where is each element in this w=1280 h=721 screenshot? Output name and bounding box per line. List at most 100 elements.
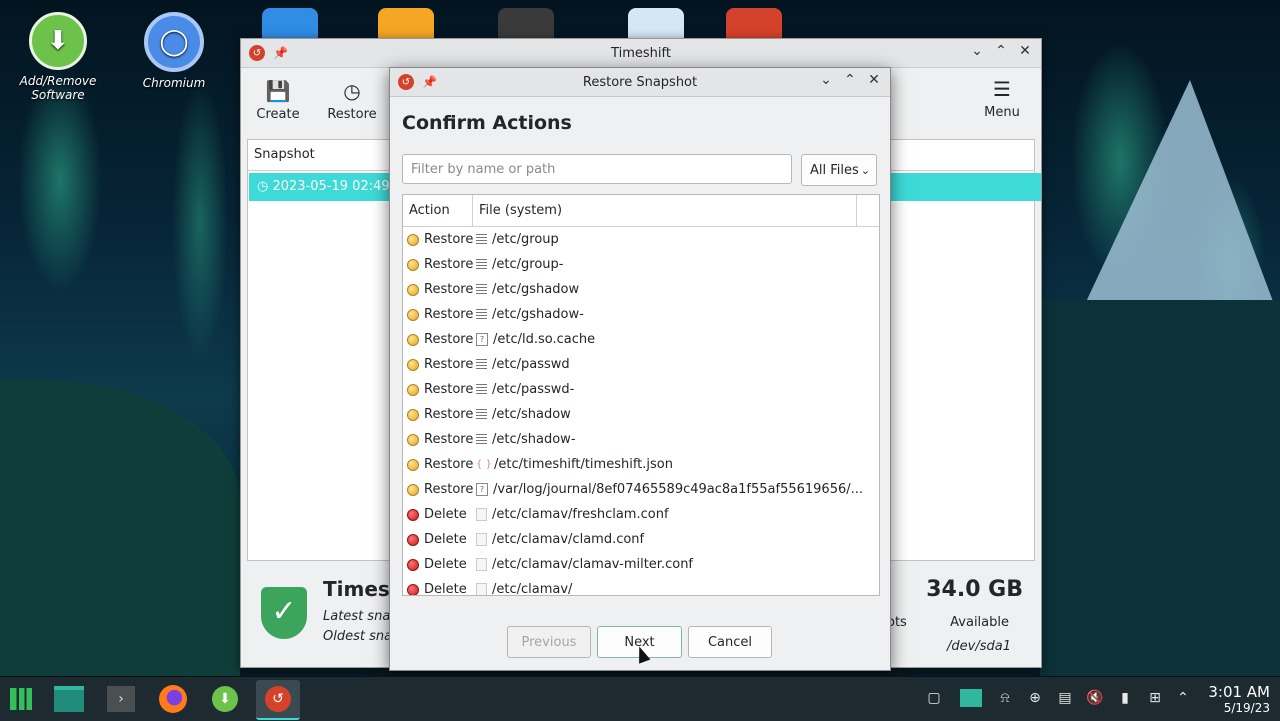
clipboard-icon[interactable]: ▤ bbox=[1056, 689, 1074, 707]
restore-status-icon bbox=[407, 283, 419, 296]
desktop-firefox-icon[interactable] bbox=[378, 8, 434, 40]
column-header-file[interactable]: File (system) bbox=[473, 195, 857, 226]
text-file-icon bbox=[476, 409, 487, 420]
row-action: Restore bbox=[424, 407, 474, 422]
timeshift-task[interactable]: ↺ bbox=[256, 680, 300, 720]
available-label: Available bbox=[950, 615, 1009, 630]
save-icon: 💾 bbox=[265, 79, 291, 103]
table-row[interactable]: Restore/etc/shadow- bbox=[403, 427, 879, 452]
table-row[interactable]: Restore/etc/group- bbox=[403, 252, 879, 277]
maximize-icon[interactable]: ⌃ bbox=[993, 43, 1009, 59]
file-filter-value: All Files bbox=[810, 162, 859, 178]
usb-icon[interactable]: ▮ bbox=[1116, 689, 1134, 707]
taskbar: › ⬇ ↺ ▢ ⍾ ⊕ ▤ 🔇 ▮ ⊞ ⌃ 3:01 AM 5/19/23 bbox=[0, 676, 1280, 721]
manjaro-menu-icon[interactable] bbox=[4, 683, 38, 715]
desktop-cleaner-icon[interactable] bbox=[628, 8, 684, 40]
row-path: /etc/timeshift/timeshift.json bbox=[494, 457, 673, 472]
text-file-icon bbox=[476, 384, 487, 395]
network-icon[interactable]: ⊞ bbox=[1146, 689, 1164, 707]
desktop-store-icon[interactable] bbox=[262, 8, 318, 40]
minimize-icon[interactable]: ⌄ bbox=[818, 72, 834, 88]
updates-icon[interactable]: ⊕ bbox=[1026, 689, 1044, 707]
row-action: Restore bbox=[424, 307, 474, 322]
desktop-icon-label: Chromium bbox=[142, 76, 206, 90]
minimize-icon[interactable]: ⌄ bbox=[969, 43, 985, 59]
row-path: /etc/group bbox=[492, 232, 559, 247]
text-file-icon bbox=[476, 359, 487, 370]
clock-icon: ◷ bbox=[343, 79, 361, 103]
maximize-icon[interactable]: ⌃ bbox=[842, 72, 858, 88]
restore-status-icon bbox=[407, 408, 419, 421]
file-manager-icon[interactable] bbox=[52, 683, 86, 715]
file-filter-select[interactable]: All Files ⌄ bbox=[801, 154, 877, 186]
table-row[interactable]: Delete/etc/clamav/clamav-milter.conf bbox=[403, 552, 879, 577]
cancel-button[interactable]: Cancel bbox=[688, 626, 772, 658]
text-file-icon bbox=[476, 309, 487, 320]
dialog-heading: Confirm Actions bbox=[402, 112, 572, 134]
row-action: Restore bbox=[424, 432, 474, 447]
binary-file-icon: ? bbox=[476, 483, 488, 496]
row-action: Restore bbox=[424, 357, 474, 372]
blank-file-icon bbox=[476, 508, 487, 521]
window-title: Timeshift bbox=[611, 45, 671, 61]
dialog-title: Restore Snapshot bbox=[582, 74, 698, 90]
disk-available-size: 34.0 GB bbox=[926, 577, 1023, 602]
window-titlebar[interactable]: ↺ 📌 Timeshift ⌄ ⌃ ✕ bbox=[241, 39, 1041, 68]
close-icon[interactable]: ✕ bbox=[866, 72, 882, 88]
clock-icon: ◷ bbox=[257, 179, 269, 194]
dialog-titlebar[interactable]: ↺ 📌 Restore Snapshot ⌄ ⌃ ✕ bbox=[390, 68, 890, 97]
desktop-timeshift-icon[interactable] bbox=[726, 8, 782, 40]
terminal-icon[interactable]: › bbox=[104, 683, 138, 715]
row-path: /etc/passwd bbox=[492, 357, 570, 372]
display-icon[interactable] bbox=[960, 689, 982, 707]
row-path: /etc/clamav/clamd.conf bbox=[492, 532, 645, 547]
create-button[interactable]: 💾 Create bbox=[241, 79, 315, 130]
row-path: /etc/passwd- bbox=[492, 382, 575, 397]
table-header: Action File (system) bbox=[403, 195, 879, 227]
menu-button[interactable]: ☰ Menu bbox=[977, 77, 1027, 128]
table-row[interactable]: Restore/etc/shadow bbox=[403, 402, 879, 427]
previous-button[interactable]: Previous bbox=[507, 626, 591, 658]
column-header-action[interactable]: Action bbox=[403, 195, 473, 226]
restore-button[interactable]: ◷ Restore bbox=[315, 79, 389, 130]
table-row[interactable]: Restore? /etc/ld.so.cache bbox=[403, 327, 879, 352]
firefox-icon[interactable] bbox=[156, 683, 190, 715]
binary-file-icon: ? bbox=[476, 333, 488, 346]
close-icon[interactable]: ✕ bbox=[1017, 43, 1033, 59]
actions-table[interactable]: Action File (system) Restore/etc/group Re… bbox=[402, 194, 880, 596]
row-action: Delete bbox=[424, 532, 467, 547]
desktop-terminal-icon[interactable] bbox=[498, 8, 554, 40]
expand-tray-icon[interactable]: ⌃ bbox=[1174, 689, 1192, 707]
filter-input[interactable] bbox=[402, 154, 792, 184]
volume-muted-icon[interactable]: 🔇 bbox=[1086, 689, 1104, 707]
table-row[interactable]: Restore/etc/gshadow bbox=[403, 277, 879, 302]
notifications-icon[interactable]: ⍾ bbox=[996, 689, 1014, 707]
table-row[interactable]: Delete/etc/clamav/freshclam.conf bbox=[403, 502, 879, 527]
desktop-icon-label: Add/Remove bbox=[19, 74, 97, 88]
table-row[interactable]: Delete/etc/clamav/clamd.conf bbox=[403, 527, 879, 552]
wallpaper-hill bbox=[0, 380, 240, 680]
desktop-icon-add-remove-software[interactable]: ⬇ Add/Remove Software bbox=[8, 12, 108, 102]
delete-status-icon bbox=[407, 558, 419, 571]
software-center-icon[interactable]: ⬇ bbox=[208, 683, 242, 715]
table-row[interactable]: Restore? /var/log/journal/8ef07465589c49a… bbox=[403, 477, 879, 502]
json-file-icon: { } bbox=[476, 459, 492, 470]
wallpaper-forest bbox=[1040, 300, 1280, 680]
table-row[interactable]: Restore/etc/passwd- bbox=[403, 377, 879, 402]
table-row[interactable]: Restore{ }/etc/timeshift/timeshift.json bbox=[403, 452, 879, 477]
row-action: Delete bbox=[424, 582, 467, 596]
table-row[interactable]: Restore/etc/group bbox=[403, 227, 879, 252]
table-row[interactable]: Restore/etc/passwd bbox=[403, 352, 879, 377]
hamburger-icon: ☰ bbox=[993, 77, 1011, 101]
device-label: /dev/sda1 bbox=[947, 639, 1011, 654]
table-row[interactable]: Restore/etc/gshadow- bbox=[403, 302, 879, 327]
table-row[interactable]: Delete/etc/clamav/ bbox=[403, 577, 879, 596]
window-icon[interactable]: ▢ bbox=[925, 689, 943, 707]
clock[interactable]: 3:01 AM 5/19/23 bbox=[1208, 683, 1270, 715]
text-file-icon bbox=[476, 284, 487, 295]
desktop-icon-chromium[interactable]: ◯ Chromium bbox=[124, 12, 224, 90]
menu-label: Menu bbox=[984, 105, 1020, 120]
delete-status-icon bbox=[407, 583, 419, 595]
row-path: /etc/shadow bbox=[492, 407, 571, 422]
clock-date: 5/19/23 bbox=[1223, 701, 1270, 715]
